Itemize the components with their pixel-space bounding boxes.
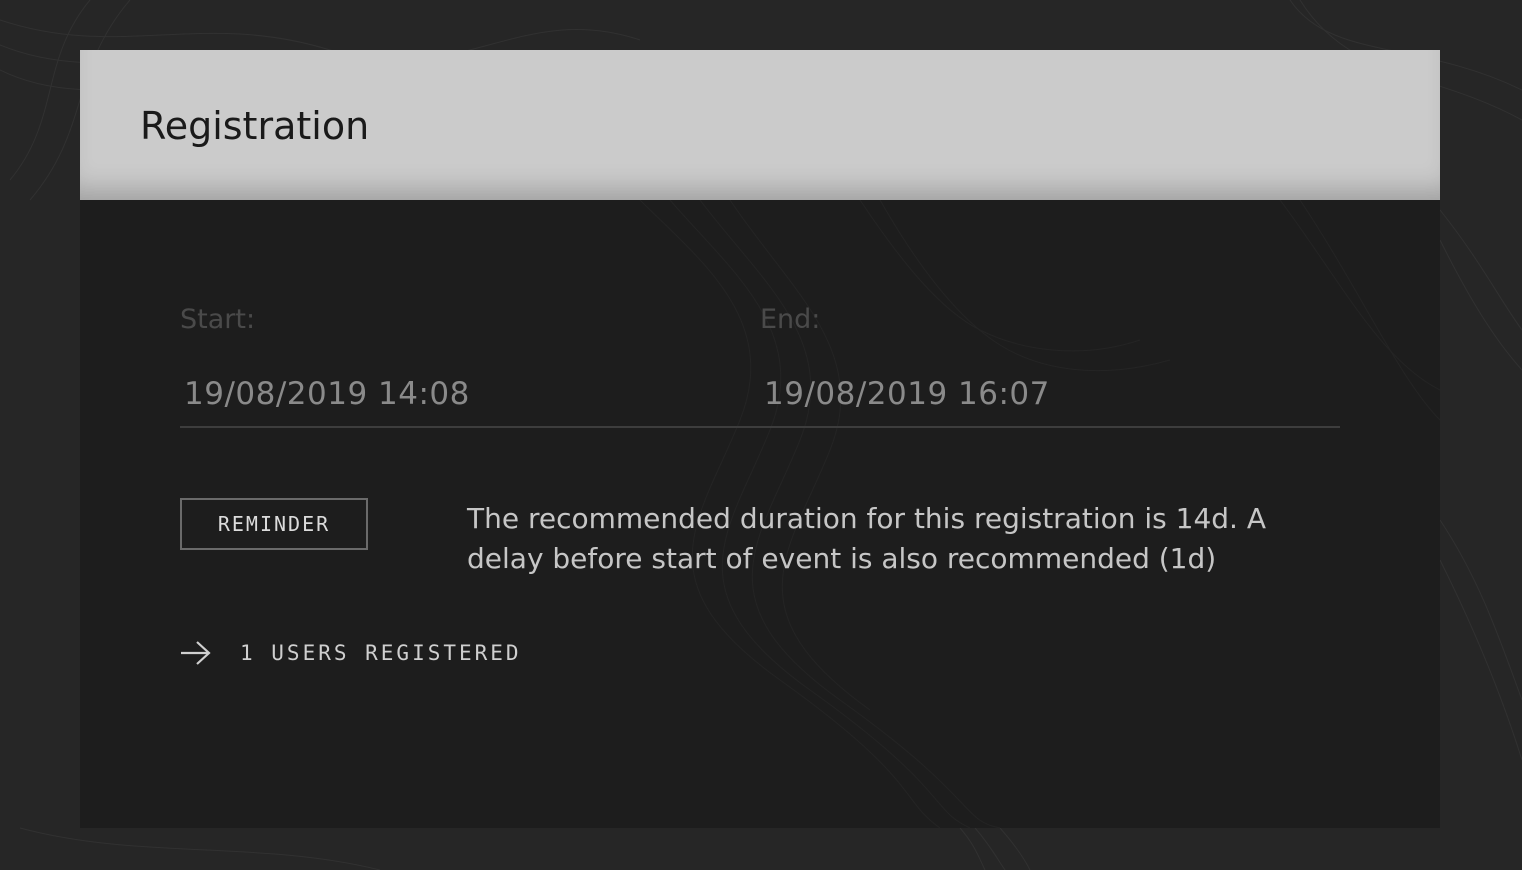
fields-divider <box>180 426 1340 428</box>
users-registered-label: 1 USERS REGISTERED <box>240 641 522 665</box>
reminder-button[interactable]: REMINDER <box>180 498 368 550</box>
reminder-message: The recommended duration for this regist… <box>467 502 1267 575</box>
start-datetime-value[interactable]: 19/08/2019 14:08 <box>180 374 760 414</box>
panel-header: Registration <box>80 50 1440 200</box>
registration-panel: Registration Start: 19/08/2019 14:08 End… <box>80 50 1440 828</box>
start-field[interactable]: Start: 19/08/2019 14:08 <box>180 300 760 414</box>
end-label: End: <box>760 304 821 335</box>
arrow-right-icon <box>181 641 211 665</box>
end-field[interactable]: End: 19/08/2019 16:07 <box>760 300 1340 414</box>
start-label: Start: <box>180 304 256 335</box>
end-datetime-value[interactable]: 19/08/2019 16:07 <box>760 374 1340 414</box>
users-registered-link[interactable]: 1 USERS REGISTERED <box>180 635 522 671</box>
panel-title: Registration <box>140 104 370 148</box>
